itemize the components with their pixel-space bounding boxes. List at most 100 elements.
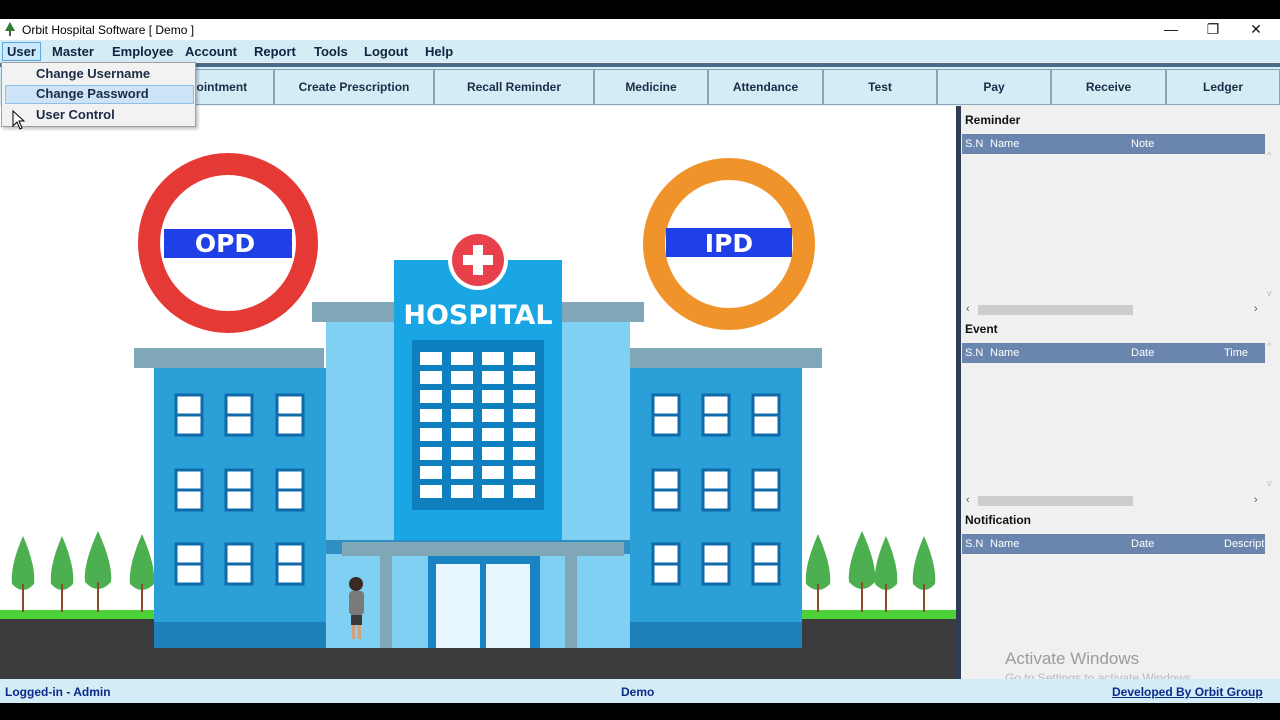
tower-window: [513, 371, 535, 384]
menu-user[interactable]: User: [2, 42, 41, 61]
mode-status: Demo: [621, 685, 655, 699]
ledger-button[interactable]: Ledger: [1166, 69, 1280, 105]
user-control-item[interactable]: User Control: [5, 106, 194, 125]
tower-window: [451, 390, 473, 403]
tree-icon: [5, 22, 15, 36]
scroll-right-icon[interactable]: ›: [1254, 494, 1258, 506]
tower-window: [482, 352, 504, 365]
logged-in-status: Logged-in - Admin: [5, 685, 111, 699]
tower-window: [513, 352, 535, 365]
column-note[interactable]: Note: [1131, 138, 1154, 150]
create-prescription-button[interactable]: Create Prescription: [274, 69, 434, 105]
tower-window: [420, 409, 442, 422]
tower-window: [420, 466, 442, 479]
tower-window: [513, 485, 535, 498]
trees-right-icon: [805, 531, 936, 612]
scroll-down-icon[interactable]: v: [1267, 288, 1272, 298]
scroll-down-icon[interactable]: v: [1267, 478, 1272, 488]
user-dropdown-menu: Change Username Change Password User Con…: [1, 62, 196, 127]
scroll-left-icon[interactable]: ‹: [966, 494, 970, 506]
recall-reminder-button[interactable]: Recall Reminder: [434, 69, 594, 105]
tower-window: [513, 390, 535, 403]
tower-window: [451, 371, 473, 384]
column-date[interactable]: Date: [1131, 538, 1154, 550]
column-sn[interactable]: S.N: [965, 138, 983, 150]
scroll-thumb[interactable]: [978, 496, 1133, 506]
tower-window: [482, 371, 504, 384]
right-roof: [630, 348, 822, 368]
scroll-thumb[interactable]: [978, 305, 1133, 315]
event-grid[interactable]: [962, 363, 1265, 493]
column-name[interactable]: Name: [990, 538, 1019, 550]
event-title: Event: [965, 322, 998, 336]
tower-window: [482, 466, 504, 479]
activate-windows-title: Activate Windows: [1005, 649, 1140, 668]
tower-window: [482, 409, 504, 422]
screen: Orbit Hospital Software [ Demo ] — ❐ ✕ U…: [0, 0, 1280, 720]
notification-grid-header: S.N Name Date Descript: [962, 534, 1265, 554]
event-hscrollbar[interactable]: ‹ ›: [962, 493, 1265, 509]
column-sn[interactable]: S.N: [965, 538, 983, 550]
menu-tools[interactable]: Tools: [310, 42, 352, 61]
scroll-left-icon[interactable]: ‹: [966, 303, 970, 315]
tower-window: [420, 371, 442, 384]
attendance-button[interactable]: Attendance: [708, 69, 823, 105]
receive-button[interactable]: Receive: [1051, 69, 1166, 105]
pay-button[interactable]: Pay: [937, 69, 1051, 105]
menu-help[interactable]: Help: [421, 42, 457, 61]
column-name[interactable]: Name: [990, 347, 1019, 359]
ipd-label: IPD: [705, 229, 753, 258]
menu-employee[interactable]: Employee: [108, 42, 177, 61]
hospital-sign-text: HOSPITAL: [403, 300, 552, 331]
column-name[interactable]: Name: [990, 138, 1019, 150]
tower-window: [482, 390, 504, 403]
medicine-button[interactable]: Medicine: [594, 69, 708, 105]
menu-logout[interactable]: Logout: [360, 42, 412, 61]
test-button[interactable]: Test: [823, 69, 937, 105]
menu-master[interactable]: Master: [48, 42, 98, 61]
developer-link[interactable]: Developed By Orbit Group: [1112, 685, 1263, 699]
title-bar: Orbit Hospital Software [ Demo ] — ❐ ✕: [0, 19, 1280, 40]
scroll-up-icon[interactable]: ^: [1267, 341, 1271, 351]
status-bar: Logged-in - Admin Demo Developed By Orbi…: [0, 679, 1280, 703]
tower-window: [420, 428, 442, 441]
reminder-grid-header: S.N Name Note: [962, 134, 1265, 154]
column-date[interactable]: Date: [1131, 347, 1154, 359]
menu-account[interactable]: Account: [181, 42, 241, 61]
column-time[interactable]: Time: [1224, 347, 1248, 359]
restore-button[interactable]: ❐: [1192, 19, 1234, 40]
tower-window: [482, 447, 504, 460]
reminder-hscrollbar[interactable]: ‹ ›: [962, 302, 1265, 318]
app-window: Orbit Hospital Software [ Demo ] — ❐ ✕ U…: [0, 19, 1280, 703]
mouse-cursor-icon: [12, 110, 25, 130]
tower-window: [513, 447, 535, 460]
column-sn[interactable]: S.N: [965, 347, 983, 359]
left-wing-windows: [174, 393, 305, 586]
tower-window: [451, 409, 473, 422]
dashboard-illustration: HOSPITAL OPD IPD: [0, 106, 956, 679]
opd-label: OPD: [195, 229, 255, 258]
tower-window: [482, 485, 504, 498]
change-username-item[interactable]: Change Username: [5, 65, 194, 84]
scroll-up-icon[interactable]: ^: [1267, 150, 1271, 160]
change-password-item[interactable]: Change Password: [5, 85, 194, 104]
tower-window: [451, 428, 473, 441]
left-roof: [134, 348, 324, 368]
side-panel: Reminder S.N Name Note ‹ › ^ v Event S.N…: [961, 106, 1280, 682]
menu-report[interactable]: Report: [250, 42, 300, 61]
tower-window: [451, 447, 473, 460]
reminder-grid[interactable]: [962, 154, 1265, 302]
hospital-illustration: HOSPITAL OPD IPD: [0, 153, 956, 679]
event-grid-header: S.N Name Date Time: [962, 343, 1265, 363]
notification-title: Notification: [965, 513, 1031, 527]
scroll-right-icon[interactable]: ›: [1254, 303, 1258, 315]
tower-window: [420, 447, 442, 460]
reminder-title: Reminder: [965, 113, 1021, 127]
column-description[interactable]: Descript: [1224, 538, 1264, 550]
window-title: Orbit Hospital Software [ Demo ]: [22, 23, 195, 37]
minimize-button[interactable]: —: [1150, 19, 1192, 40]
tower-window: [420, 352, 442, 365]
close-button[interactable]: ✕: [1235, 19, 1277, 40]
tower-window: [451, 352, 473, 365]
tower-window: [513, 428, 535, 441]
